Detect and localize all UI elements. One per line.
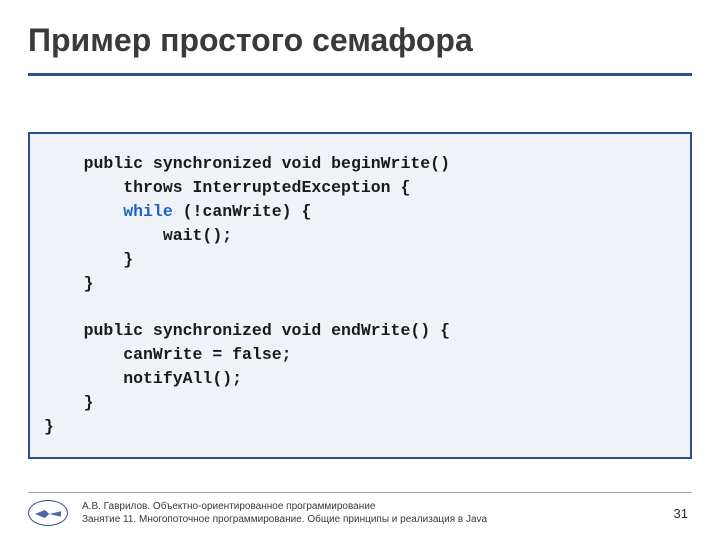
- code-line-prefix: [44, 202, 123, 221]
- code-line: }: [44, 393, 94, 412]
- code-line: throws InterruptedException {: [44, 178, 410, 197]
- keyword-while: while: [123, 202, 173, 221]
- code-line-suffix: (!canWrite) {: [173, 202, 312, 221]
- code-line: }: [44, 417, 54, 436]
- title-divider: [28, 73, 692, 76]
- slide: Пример простого семафора public synchron…: [0, 0, 720, 540]
- slide-title: Пример простого семафора: [28, 22, 692, 59]
- logo-icon: [28, 500, 68, 526]
- code-line: canWrite = false;: [44, 345, 292, 364]
- footer-text: А.В. Гаврилов. Объектно-ориентированное …: [82, 500, 660, 526]
- footer-line-1: А.В. Гаврилов. Объектно-ориентированное …: [82, 500, 660, 513]
- code-line: }: [44, 250, 133, 269]
- code-block: public synchronized void beginWrite() th…: [28, 132, 692, 459]
- code-line: notifyAll();: [44, 369, 242, 388]
- code-line: wait();: [44, 226, 232, 245]
- code-line: }: [44, 274, 94, 293]
- footer-line-2: Занятие 11. Многопоточное программирован…: [82, 513, 660, 526]
- page-number: 31: [674, 506, 692, 521]
- code-line: public synchronized void beginWrite(): [44, 154, 450, 173]
- footer: А.В. Гаврилов. Объектно-ориентированное …: [0, 492, 720, 526]
- code-line: public synchronized void endWrite() {: [44, 321, 450, 340]
- footer-divider: [28, 492, 692, 493]
- footer-inner: А.В. Гаврилов. Объектно-ориентированное …: [28, 500, 692, 526]
